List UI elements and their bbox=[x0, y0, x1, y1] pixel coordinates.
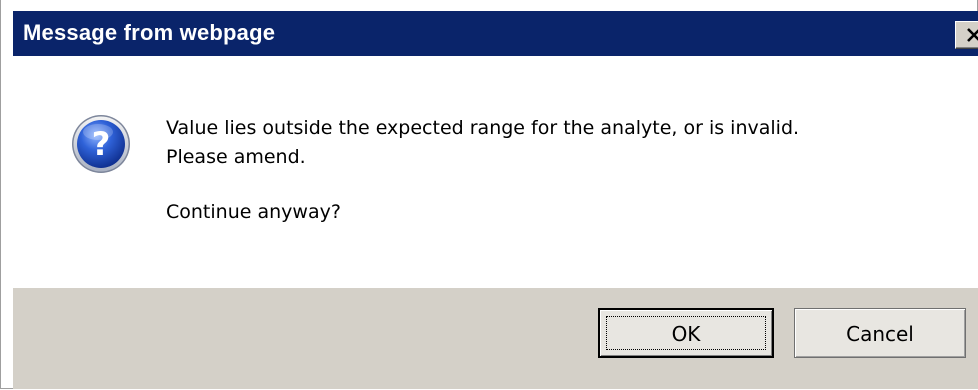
message-line: Please amend. bbox=[166, 146, 306, 168]
ok-button[interactable]: OK bbox=[598, 308, 774, 358]
message-spacer bbox=[166, 172, 799, 198]
question-icon: ? bbox=[72, 115, 130, 173]
dialog-message: Value lies outside the expected range fo… bbox=[166, 114, 799, 227]
close-icon bbox=[967, 28, 978, 42]
dialog-title: Message from webpage bbox=[23, 20, 276, 45]
message-dialog: Message from webpage ? Value lies outsid… bbox=[0, 0, 978, 389]
cancel-button[interactable]: Cancel bbox=[794, 308, 966, 358]
message-line: Value lies outside the expected range fo… bbox=[166, 117, 800, 139]
close-button[interactable] bbox=[955, 21, 978, 49]
dialog-button-bar: OK Cancel bbox=[13, 288, 978, 389]
confirmation-question: Continue anyway? bbox=[166, 201, 341, 223]
svg-text:?: ? bbox=[92, 125, 111, 163]
dialog-content: ? Value lies outside the expected range … bbox=[13, 56, 978, 288]
ok-button-label: OK bbox=[606, 316, 766, 350]
dialog-titlebar[interactable]: Message from webpage bbox=[13, 11, 978, 56]
